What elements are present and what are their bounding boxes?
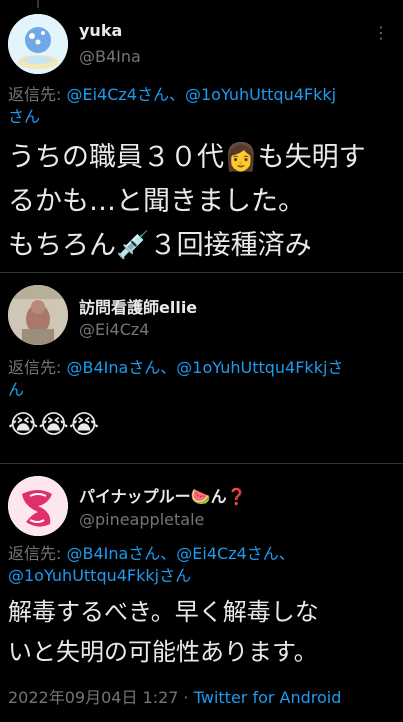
mention-link[interactable]: @Ei4Cz4さん、@1oYuhUttqu4Fkkj — [66, 85, 336, 104]
tweet-text-line: 解毒するべき。早く解毒しな — [8, 598, 319, 626]
reply-context: 返信先: @Ei4Cz4さん、@1oYuhUttqu4Fkkj さん — [8, 84, 395, 128]
tweet-text-line: もちろん💉３回接種済み — [8, 230, 312, 261]
mention-link[interactable]: @1oYuhUttqu4Fkkjさん — [8, 566, 191, 585]
avatar-image — [8, 14, 68, 74]
mention-link[interactable]: さん — [8, 107, 40, 126]
user-handle[interactable]: @pineappletale — [79, 510, 204, 529]
display-name[interactable]: yuka — [79, 21, 122, 40]
tweet-text: 😭😭😭 — [8, 405, 397, 445]
avatar-image — [8, 285, 68, 345]
user-handle[interactable]: @B4Ina — [79, 47, 141, 66]
meta-separator: · — [178, 688, 194, 707]
tweet-text: 解毒するべき。早く解毒しな いと失明の可能性あります。 — [8, 592, 397, 672]
avatar[interactable] — [8, 285, 68, 345]
tweet-2[interactable]: 訪問看護師ellie @Ei4Cz4 返信先: @B4Inaさん、@1oYuhU… — [0, 273, 403, 463]
tweet-text-line: うちの職員３０代👩も失明す — [8, 142, 366, 173]
tweet-3[interactable]: パイナップルー🍉ん❓ @pineappletale 返信先: @B4Inaさん、… — [0, 464, 403, 722]
mention-link[interactable]: @B4Inaさん、@1oYuhUttqu4Fkkjさ — [66, 358, 343, 377]
reply-prefix: 返信先: — [8, 358, 67, 377]
user-handle[interactable]: @Ei4Cz4 — [79, 320, 149, 339]
tweet-1[interactable]: yuka @B4Ina ⋮ 返信先: @Ei4Cz4さん、@1oYuhUttqu… — [0, 0, 403, 272]
avatar-image — [8, 476, 68, 536]
timestamp[interactable]: 2022年09月04日 1:27 — [8, 688, 178, 707]
reply-context: 返信先: @B4Inaさん、@1oYuhUttqu4Fkkjさ ん — [8, 357, 395, 401]
display-name[interactable]: パイナップルー🍉ん❓ — [79, 483, 247, 507]
display-name[interactable]: 訪問看護師ellie — [79, 294, 197, 318]
reply-prefix: 返信先: — [8, 85, 67, 104]
mention-link[interactable]: ん — [8, 380, 24, 399]
reply-prefix: 返信先: — [8, 544, 67, 563]
avatar[interactable] — [8, 476, 68, 536]
tweet-text-line: 😭😭😭 — [8, 410, 100, 440]
avatar[interactable] — [8, 14, 68, 74]
tweet-text: うちの職員３０代👩も失明す るかも…と聞きました。 もちろん💉３回接種済み — [8, 136, 397, 268]
tweet-text-line: るかも…と聞きました。 — [8, 186, 305, 217]
tweet-metadata: 2022年09月04日 1:27 · Twitter for Android — [8, 684, 341, 708]
tweet-text-line: いと失明の可能性あります。 — [8, 638, 318, 666]
reply-context: 返信先: @B4Inaさん、@Ei4Cz4さん、 @1oYuhUttqu4Fkk… — [8, 543, 395, 587]
source-link[interactable]: Twitter for Android — [194, 688, 342, 707]
more-options-icon[interactable]: ⋮ — [373, 25, 389, 41]
mention-link[interactable]: @B4Inaさん、@Ei4Cz4さん、 — [66, 544, 294, 563]
